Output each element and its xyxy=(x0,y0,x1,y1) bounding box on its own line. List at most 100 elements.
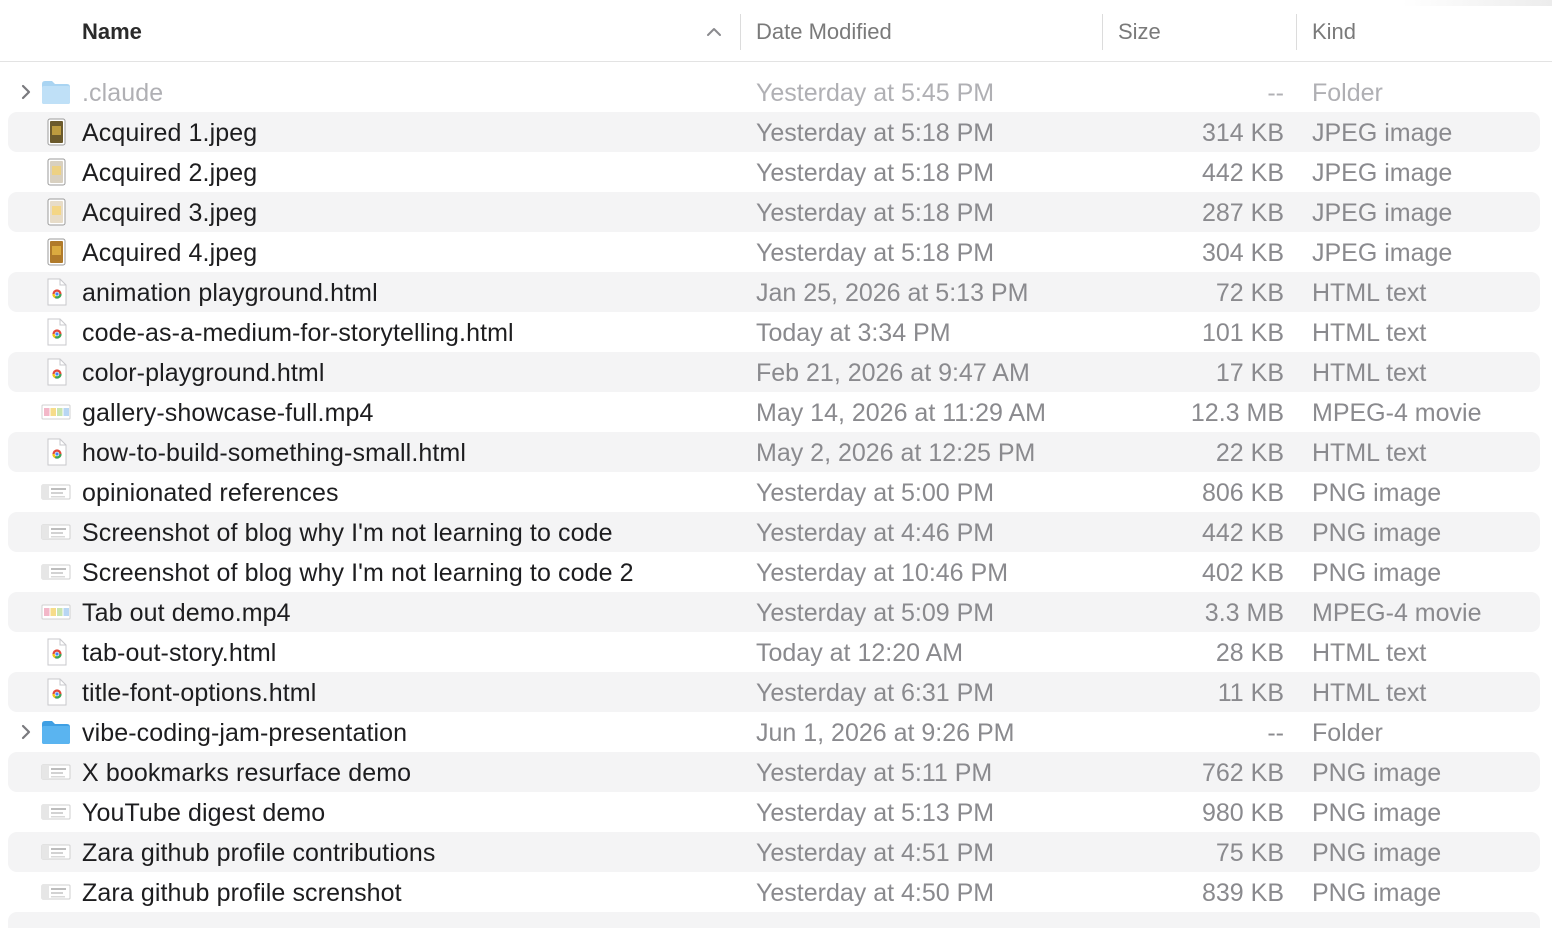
file-name: Acquired 1.jpeg xyxy=(82,119,258,147)
file-kind: Folder xyxy=(1312,79,1383,107)
file-size: 75 KB xyxy=(1215,839,1284,867)
file-size: 314 KB xyxy=(1201,119,1284,147)
file-row-partial[interactable] xyxy=(8,912,1540,928)
file-name: .claude xyxy=(82,79,164,107)
file-row[interactable]: color-playground.html Feb 21, 2026 at 9:4… xyxy=(8,352,1540,392)
file-size: -- xyxy=(1267,79,1284,107)
file-name: Acquired 2.jpeg xyxy=(82,159,258,187)
file-kind: JPEG image xyxy=(1312,239,1453,267)
file-name: Zara github profile screnshot xyxy=(82,879,402,907)
file-row[interactable]: Zara github profile screnshot Yesterday a… xyxy=(8,872,1540,912)
file-kind: HTML text xyxy=(1312,679,1427,707)
html-document-icon xyxy=(47,678,67,706)
folder-icon xyxy=(42,721,70,744)
file-size: 12.3 MB xyxy=(1190,399,1284,427)
file-size: 22 KB xyxy=(1215,439,1284,467)
file-kind: PNG image xyxy=(1312,559,1442,587)
file-date-modified: May 2, 2026 at 12:25 PM xyxy=(756,439,1036,467)
finder-list-view: Name Date Modified Size Kind .claude Yest… xyxy=(0,0,1552,928)
video-thumbnail-icon xyxy=(41,404,71,420)
file-size: 762 KB xyxy=(1201,759,1284,787)
file-size: 11 KB xyxy=(1217,679,1284,707)
file-row[interactable]: Tab out demo.mp4 Yesterday at 5:09 PM 3.3 … xyxy=(8,592,1540,632)
file-name: X bookmarks resurface demo xyxy=(82,759,412,787)
file-name: title-font-options.html xyxy=(82,679,317,707)
file-name: Tab out demo.mp4 xyxy=(82,599,291,627)
file-kind: PNG image xyxy=(1312,879,1442,907)
file-row[interactable]: Acquired 2.jpeg Yesterday at 5:18 PM 442 K… xyxy=(8,152,1540,192)
file-row[interactable]: animation playground.html Jan 25, 2026 at… xyxy=(8,272,1540,312)
png-thumbnail-icon xyxy=(41,804,71,820)
file-kind: JPEG image xyxy=(1312,199,1453,227)
file-row[interactable]: Acquired 4.jpeg Yesterday at 5:18 PM 304 K… xyxy=(8,232,1540,272)
file-name: how-to-build-something-small.html xyxy=(82,439,466,467)
column-divider[interactable] xyxy=(1296,14,1297,50)
file-date-modified: Yesterday at 5:18 PM xyxy=(756,159,995,187)
png-thumbnail-icon xyxy=(41,764,71,780)
file-name: animation playground.html xyxy=(82,279,378,307)
column-divider[interactable] xyxy=(740,14,741,50)
sort-ascending-icon[interactable] xyxy=(704,22,724,42)
disclosure-chevron-icon[interactable] xyxy=(18,722,34,742)
file-row[interactable]: Zara github profile contributions Yesterd… xyxy=(8,832,1540,872)
html-document-icon xyxy=(47,638,67,666)
file-date-modified: Yesterday at 5:45 PM xyxy=(756,79,995,107)
file-date-modified: Feb 21, 2026 at 9:47 AM xyxy=(756,359,1030,387)
html-document-icon xyxy=(47,438,67,466)
jpeg-thumbnail-icon xyxy=(47,118,66,146)
file-row[interactable]: Screenshot of blog why I'm not learning … xyxy=(8,512,1540,552)
png-thumbnail-icon xyxy=(41,524,71,540)
column-header-date-modified[interactable]: Date Modified xyxy=(756,0,892,62)
file-row[interactable]: gallery-showcase-full.mp4 May 14, 2026 at… xyxy=(8,392,1540,432)
file-size: 17 KB xyxy=(1215,359,1284,387)
file-kind: PNG image xyxy=(1312,839,1442,867)
folder-row[interactable]: .claude Yesterday at 5:45 PM -- Folder xyxy=(8,72,1540,112)
file-kind: Folder xyxy=(1312,719,1383,747)
file-row[interactable]: title-font-options.html Yesterday at 6:31… xyxy=(8,672,1540,712)
disclosure-chevron-icon[interactable] xyxy=(18,82,34,102)
file-row[interactable]: Acquired 1.jpeg Yesterday at 5:18 PM 314 K… xyxy=(8,112,1540,152)
file-row[interactable]: YouTube digest demo Yesterday at 5:13 PM 9… xyxy=(8,792,1540,832)
file-kind: PNG image xyxy=(1312,799,1442,827)
file-row[interactable]: Acquired 3.jpeg Yesterday at 5:18 PM 287 K… xyxy=(8,192,1540,232)
file-date-modified: Yesterday at 4:46 PM xyxy=(756,519,995,547)
file-kind: HTML text xyxy=(1312,359,1427,387)
file-date-modified: Today at 3:34 PM xyxy=(756,319,951,347)
folder-row[interactable]: vibe-coding-jam-presentation Jun 1, 2026 … xyxy=(8,712,1540,752)
file-row[interactable]: X bookmarks resurface demo Yesterday at 5… xyxy=(8,752,1540,792)
file-kind: HTML text xyxy=(1312,439,1427,467)
file-row[interactable]: opinionated references Yesterday at 5:00 … xyxy=(8,472,1540,512)
jpeg-thumbnail-icon xyxy=(47,158,66,186)
file-row[interactable]: Screenshot of blog why I'm not learning … xyxy=(8,552,1540,592)
file-name: Acquired 4.jpeg xyxy=(82,239,258,267)
file-date-modified: Yesterday at 4:50 PM xyxy=(756,879,995,907)
file-date-modified: Yesterday at 6:31 PM xyxy=(756,679,995,707)
file-row[interactable]: how-to-build-something-small.html May 2, … xyxy=(8,432,1540,472)
file-kind: PNG image xyxy=(1312,759,1442,787)
file-kind: JPEG image xyxy=(1312,119,1453,147)
file-size: 402 KB xyxy=(1201,559,1284,587)
file-date-modified: Yesterday at 5:18 PM xyxy=(756,119,995,147)
file-row[interactable]: code-as-a-medium-for-storytelling.html To… xyxy=(8,312,1540,352)
file-name: Zara github profile contributions xyxy=(82,839,436,867)
folder-icon xyxy=(42,81,70,104)
column-header-name[interactable]: Name xyxy=(82,0,142,62)
file-size: 442 KB xyxy=(1201,519,1284,547)
file-date-modified: Yesterday at 5:18 PM xyxy=(756,199,995,227)
file-name: Screenshot of blog why I'm not learning … xyxy=(82,559,634,587)
file-row[interactable]: tab-out-story.html Today at 12:20 AM 28 KB… xyxy=(8,632,1540,672)
column-header-size[interactable]: Size xyxy=(1118,0,1161,62)
file-date-modified: Jun 1, 2026 at 9:26 PM xyxy=(756,719,1015,747)
png-thumbnail-icon xyxy=(41,564,71,580)
file-kind: PNG image xyxy=(1312,519,1442,547)
file-name: Acquired 3.jpeg xyxy=(82,199,258,227)
file-size: 980 KB xyxy=(1201,799,1284,827)
file-name: opinionated references xyxy=(82,479,339,507)
png-thumbnail-icon xyxy=(41,484,71,500)
file-size: 3.3 MB xyxy=(1204,599,1284,627)
file-kind: JPEG image xyxy=(1312,159,1453,187)
file-date-modified: Yesterday at 10:46 PM xyxy=(756,559,1009,587)
column-header-kind[interactable]: Kind xyxy=(1312,0,1356,62)
file-date-modified: May 14, 2026 at 11:29 AM xyxy=(756,399,1047,427)
column-divider[interactable] xyxy=(1102,14,1103,50)
